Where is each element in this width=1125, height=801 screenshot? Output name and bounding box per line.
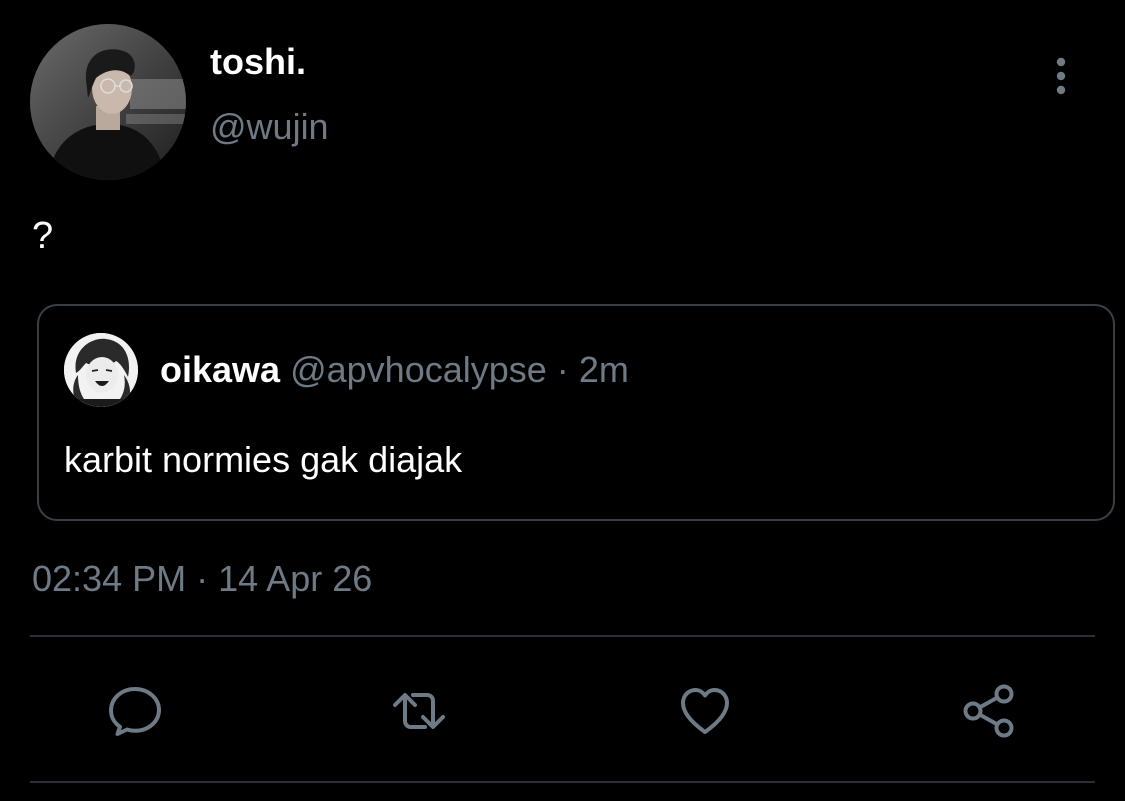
share-button[interactable] bbox=[962, 683, 1018, 739]
quoted-tweet-header: oikawa @apvhocalypse · 2m bbox=[160, 348, 629, 392]
quoted-tweet-text: karbit normies gak diajak bbox=[64, 439, 463, 480]
like-icon bbox=[681, 688, 729, 734]
retweet-button[interactable] bbox=[391, 683, 447, 739]
quoted-tweet-card[interactable]: oikawa @apvhocalypse · 2m karbit normies… bbox=[37, 304, 1115, 521]
quoted-separator: · bbox=[556, 349, 569, 390]
divider-bottom bbox=[30, 781, 1095, 783]
tweet-text: ? bbox=[32, 215, 54, 257]
like-button[interactable] bbox=[677, 683, 733, 739]
tweet-date: 14 Apr 26 bbox=[218, 558, 373, 599]
author-avatar-image bbox=[30, 24, 186, 180]
divider-top bbox=[30, 635, 1095, 637]
quoted-author-handle[interactable]: @apvhocalypse bbox=[290, 349, 547, 390]
author-avatar[interactable] bbox=[30, 24, 186, 180]
quoted-author-avatar-image bbox=[64, 333, 138, 407]
author-display-name[interactable]: toshi. bbox=[210, 40, 306, 84]
tweet-time: 02:34 PM bbox=[32, 558, 187, 599]
more-vertical-icon bbox=[1056, 57, 1066, 95]
more-options-button[interactable] bbox=[1046, 52, 1076, 100]
timestamp-separator: · bbox=[196, 558, 209, 599]
quoted-author-avatar[interactable] bbox=[64, 333, 138, 407]
author-handle[interactable]: @wujin bbox=[210, 105, 329, 149]
reply-button[interactable] bbox=[107, 683, 163, 739]
quoted-tweet-age: 2m bbox=[578, 349, 629, 390]
share-icon bbox=[963, 684, 1014, 738]
reply-icon bbox=[109, 687, 161, 736]
tweet-timestamp: 02:34 PM · 14 Apr 26 bbox=[32, 557, 372, 601]
quoted-author-display-name[interactable]: oikawa bbox=[160, 349, 280, 390]
retweet-icon bbox=[393, 693, 445, 729]
